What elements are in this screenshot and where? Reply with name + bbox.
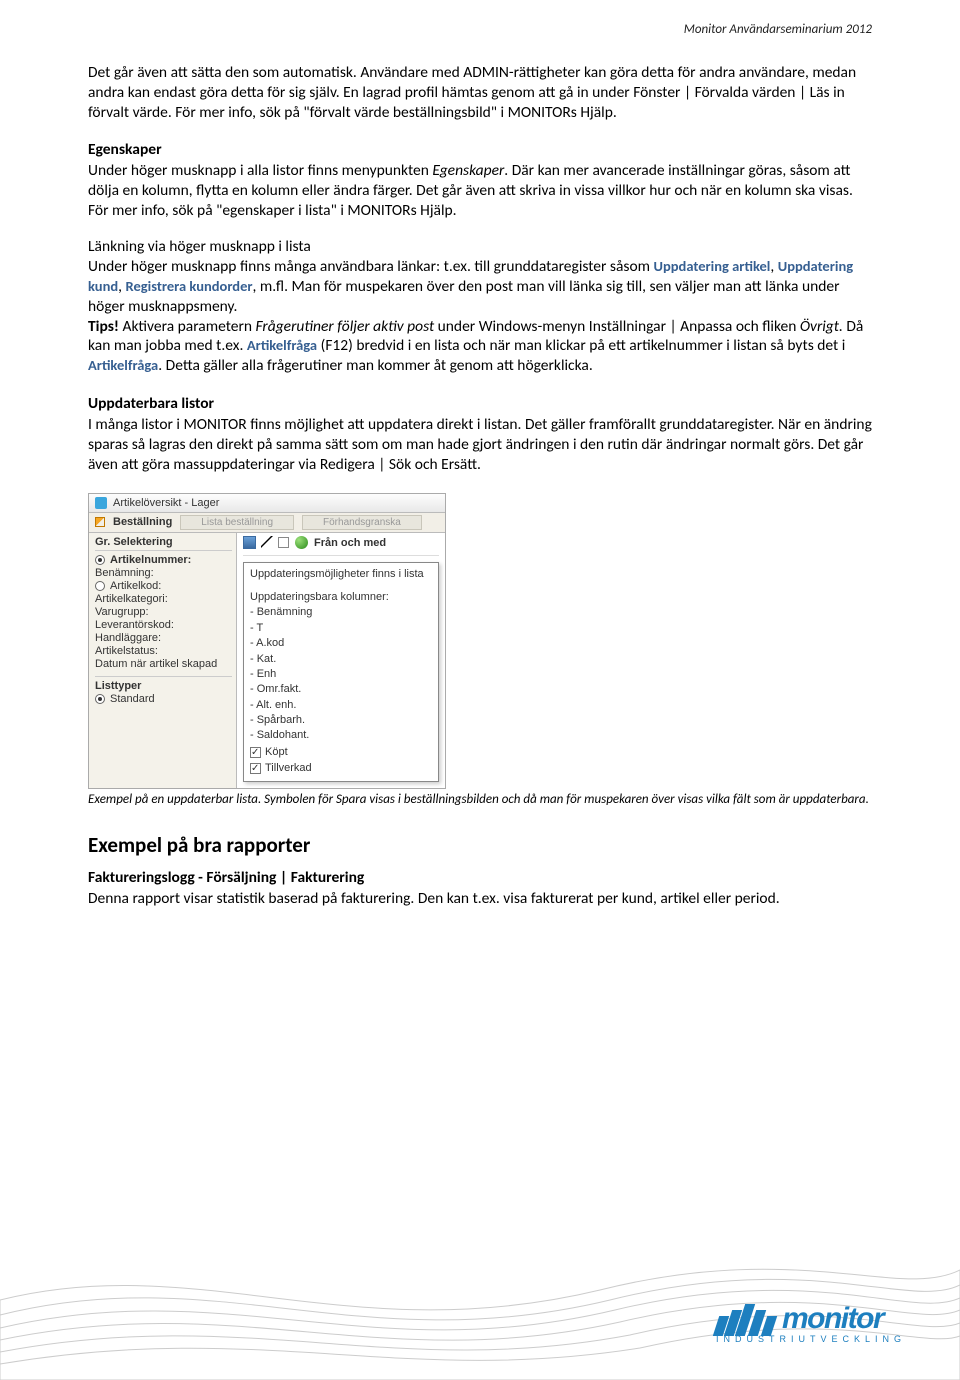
- window-title: Artikelöversikt - Lager: [113, 497, 219, 509]
- label-tillverkad: Tillverkad: [265, 761, 312, 776]
- image-caption: Exempel på en uppdaterbar lista. Symbole…: [88, 792, 872, 808]
- col: - Kat.: [250, 652, 432, 667]
- right-panel: Från och med Uppdateringsmöjligheter fin…: [237, 533, 445, 788]
- link-artikelfraga[interactable]: Artikelfråga: [247, 336, 317, 354]
- sub-faktureringslogg: Faktureringslogg - Försäljning | Fakture…: [88, 868, 872, 887]
- para-tips: Tips! Aktivera parametern Frågerutiner f…: [88, 317, 872, 376]
- t: Under höger musknapp finns många användb…: [88, 257, 654, 276]
- heading-egenskaper: Egenskaper: [88, 140, 872, 159]
- window-icon: [95, 497, 107, 509]
- logo-bars-icon: [716, 1302, 774, 1336]
- page-header: Monitor Användarseminarium 2012: [88, 22, 872, 37]
- col: - T: [250, 621, 432, 636]
- window-titlebar: Artikelöversikt - Lager: [89, 494, 445, 513]
- tips-label: Tips!: [88, 317, 119, 336]
- cursor-icon: [260, 535, 272, 551]
- t: ,: [770, 257, 777, 276]
- t: ,: [118, 277, 125, 296]
- radio-artikelkod[interactable]: [95, 581, 105, 591]
- para-reports: Denna rapport visar statistik baserad på…: [88, 889, 872, 909]
- tab-bestallning[interactable]: Beställning: [113, 516, 172, 528]
- t: Aktivera parametern: [119, 317, 256, 336]
- button-lista[interactable]: Lista beställning: [180, 515, 294, 530]
- tooltip-head: Uppdateringsmöjligheter finns i lista: [250, 567, 432, 582]
- label-varugrupp: Varugrupp:: [95, 606, 149, 618]
- col: - Benämning: [250, 605, 432, 620]
- para-egenskaper: Under höger musknapp i alla listor finns…: [88, 161, 872, 220]
- label-benamning: Benämning:: [95, 567, 154, 579]
- checkbox-kopt[interactable]: [250, 747, 261, 758]
- col: - Saldohant.: [250, 728, 432, 743]
- label-datum: Datum när artikel skapad: [95, 658, 217, 670]
- label-artikelkod: Artikelkod:: [110, 580, 161, 592]
- para-uppdaterbara: I många listor i MONITOR finns möjlighet…: [88, 415, 872, 474]
- t: (F12) bredvid i en lista och när man kli…: [317, 336, 845, 355]
- checkbox-icon[interactable]: [278, 537, 289, 548]
- logo: monitor INDUSTRIUTVECKLING: [716, 1302, 906, 1344]
- label-fran-och-med: Från och med: [314, 537, 386, 549]
- heading-reports: Exempel på bra rapporter: [88, 832, 872, 858]
- tooltip: Uppdateringsmöjligheter finns i lista Up…: [243, 562, 439, 782]
- radio-artikelnummer[interactable]: [95, 555, 105, 565]
- right-toolbar: Från och med: [243, 535, 439, 556]
- col: - A.kod: [250, 636, 432, 651]
- selektering-head: Gr. Selektering: [95, 536, 232, 551]
- heading-uppdaterbara: Uppdaterbara listor: [88, 394, 872, 413]
- button-forhandsgranska[interactable]: Förhandsgranska: [302, 515, 422, 530]
- col: - Spårbarh.: [250, 713, 432, 728]
- t: under Windows-menyn Inställningar | Anpa…: [434, 317, 800, 336]
- background-waves: [0, 1150, 960, 1380]
- t: . Detta gäller alla frågerutiner man kom…: [158, 356, 593, 375]
- label-kopt: Köpt: [265, 745, 288, 760]
- refresh-icon[interactable]: [295, 536, 308, 549]
- label-standard: Standard: [110, 693, 155, 705]
- checkbox-tillverkad[interactable]: [250, 763, 261, 774]
- para-intro: Det går även att sätta den som automatis…: [88, 63, 872, 122]
- left-panel: Gr. Selektering Artikelnummer: Benämning…: [89, 533, 237, 788]
- listtyper-head: Listtyper: [95, 676, 232, 692]
- col: - Alt. enh.: [250, 698, 432, 713]
- expand-icon[interactable]: [95, 517, 105, 527]
- radio-standard[interactable]: [95, 694, 105, 704]
- label-leverantorskod: Leverantörskod:: [95, 619, 174, 631]
- logo-word: monitor: [782, 1302, 883, 1336]
- text: Under höger musknapp i alla listor finns…: [88, 161, 853, 220]
- ovrigt: Övrigt.: [800, 317, 843, 336]
- para-lankning: Under höger musknapp finns många användb…: [88, 257, 872, 316]
- label-artikelkategori: Artikelkategori:: [95, 593, 168, 605]
- label-artikelstatus: Artikelstatus:: [95, 645, 158, 657]
- sub-lankning: Länkning via höger musknapp i lista: [88, 237, 872, 257]
- toolbar-row: Beställning Lista beställning Förhandsgr…: [89, 513, 445, 533]
- link-artikelfraga-2[interactable]: Artikelfråga: [88, 356, 158, 374]
- link-registrera-kundorder[interactable]: Registrera kundorder: [126, 277, 253, 295]
- link-uppdatering-artikel[interactable]: Uppdatering artikel: [654, 257, 771, 275]
- label-handlaggare: Handläggare:: [95, 632, 161, 644]
- label-artikelnummer: Artikelnummer:: [110, 554, 191, 566]
- save-icon[interactable]: [243, 536, 256, 549]
- tooltip-label: Uppdateringsbara kolumner:: [250, 590, 432, 605]
- col: - Enh: [250, 667, 432, 682]
- embedded-screenshot: Artikelöversikt - Lager Beställning List…: [88, 493, 446, 789]
- col: - Omr.fakt.: [250, 682, 432, 697]
- param-name: Frågerutiner följer aktiv post: [256, 317, 435, 336]
